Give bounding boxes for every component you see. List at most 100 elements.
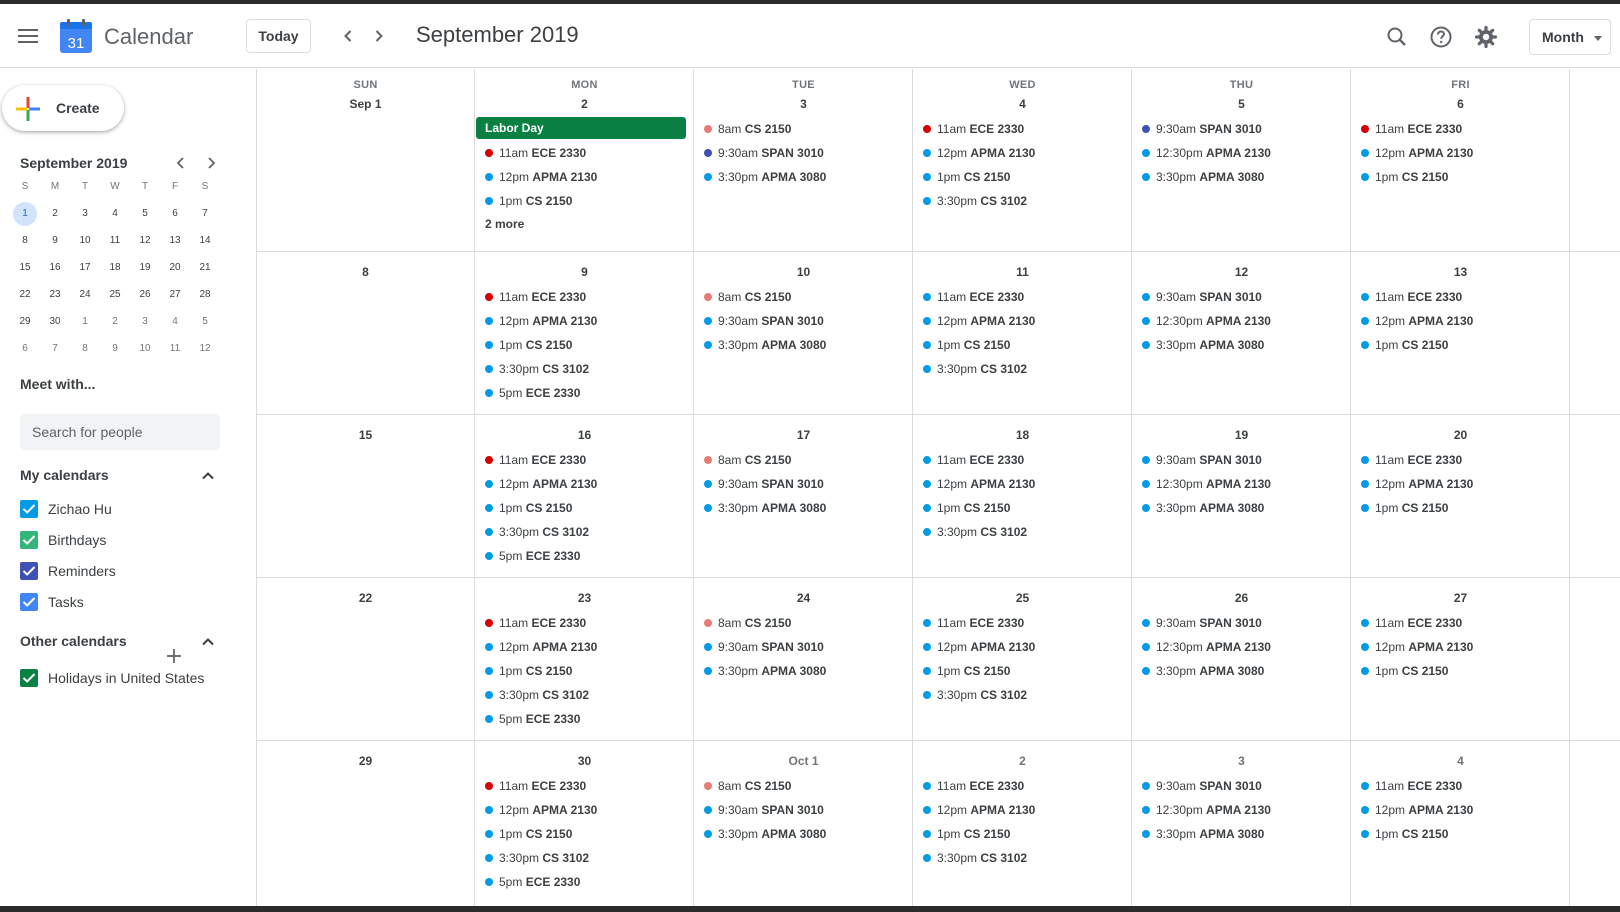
mini-calendar-day[interactable]: 18 [103, 256, 127, 280]
event-chip[interactable]: 11am ECE 2330 [1351, 774, 1570, 798]
event-chip[interactable]: 12pm APMA 2130 [1351, 141, 1570, 165]
event-chip[interactable]: 5pm ECE 2330 [475, 544, 694, 568]
previous-month-icon[interactable] [338, 26, 358, 46]
event-chip[interactable]: 3:30pm APMA 3080 [694, 496, 913, 520]
collapse-other-calendars-icon[interactable] [200, 634, 216, 650]
mini-calendar-day[interactable]: 23 [43, 283, 67, 307]
event-chip[interactable]: 12pm APMA 2130 [913, 635, 1132, 659]
event-chip[interactable]: 11am ECE 2330 [913, 774, 1132, 798]
event-chip[interactable]: 3:30pm CS 3102 [913, 520, 1132, 544]
event-chip[interactable]: 12pm APMA 2130 [475, 472, 694, 496]
day-number[interactable]: 4 [1351, 754, 1570, 768]
event-chip[interactable]: 3:30pm CS 3102 [475, 683, 694, 707]
event-chip[interactable]: 3:30pm APMA 3080 [694, 822, 913, 846]
event-chip[interactable]: 12pm APMA 2130 [913, 798, 1132, 822]
event-chip[interactable]: 1pm CS 2150 [913, 822, 1132, 846]
event-chip[interactable]: 5pm ECE 2330 [475, 381, 694, 405]
day-cell[interactable]: THU 5 9:30am SPAN 3010 12:30pm APMA 2130 3:3… [1132, 69, 1351, 251]
day-number[interactable]: 30 [475, 754, 694, 768]
checkbox-checked-icon[interactable] [20, 593, 38, 611]
mini-calendar-day[interactable]: 4 [103, 202, 127, 226]
day-cell[interactable]: 30 11am ECE 2330 12pm APMA 2130 1pm CS 2150… [475, 740, 694, 906]
day-cell[interactable]: 11 11am ECE 2330 12pm APMA 2130 1pm CS 2150… [913, 251, 1132, 414]
day-cell[interactable]: SUN Sep 1 [256, 69, 475, 251]
event-chip[interactable]: 9:30am SPAN 3010 [694, 635, 913, 659]
day-cell[interactable]: 20 11am ECE 2330 12pm APMA 2130 1pm CS 2150 [1351, 414, 1570, 577]
event-chip[interactable]: 12pm APMA 2130 [475, 165, 694, 189]
mini-calendar-day[interactable]: 2 [103, 310, 127, 334]
event-chip[interactable]: 11am ECE 2330 [475, 774, 694, 798]
event-chip[interactable]: 11am ECE 2330 [475, 141, 694, 165]
event-chip[interactable]: 8am CS 2150 [694, 117, 913, 141]
checkbox-checked-icon[interactable] [20, 669, 38, 687]
event-chip[interactable]: 9:30am SPAN 3010 [1132, 448, 1351, 472]
event-chip[interactable]: 12pm APMA 2130 [1351, 472, 1570, 496]
mini-calendar-day[interactable]: 1 [13, 202, 37, 226]
event-chip[interactable]: 3:30pm CS 3102 [913, 683, 1132, 707]
day-number[interactable]: Oct 1 [694, 754, 913, 768]
event-chip[interactable]: 9:30am SPAN 3010 [1132, 611, 1351, 635]
mini-calendar-day[interactable]: 16 [43, 256, 67, 280]
mini-calendar-day[interactable]: 12 [193, 337, 217, 361]
search-icon[interactable] [1384, 24, 1410, 50]
event-chip[interactable]: 1pm CS 2150 [475, 822, 694, 846]
event-chip[interactable]: 12pm APMA 2130 [1351, 635, 1570, 659]
event-chip[interactable]: 12:30pm APMA 2130 [1132, 635, 1351, 659]
event-chip[interactable]: 9:30am SPAN 3010 [694, 472, 913, 496]
event-chip[interactable]: 12pm APMA 2130 [475, 309, 694, 333]
day-number[interactable]: Sep 1 [256, 97, 475, 111]
mini-calendar-day[interactable]: 15 [13, 256, 37, 280]
mini-calendar-day[interactable]: 13 [163, 229, 187, 253]
event-chip[interactable]: 12:30pm APMA 2130 [1132, 798, 1351, 822]
event-chip[interactable]: 1pm CS 2150 [475, 659, 694, 683]
mini-calendar-day[interactable]: 26 [133, 283, 157, 307]
mini-calendar-day[interactable]: 6 [13, 337, 37, 361]
mini-calendar-day[interactable]: 28 [193, 283, 217, 307]
event-chip[interactable]: 3:30pm APMA 3080 [1132, 659, 1351, 683]
mini-calendar-next-icon[interactable] [203, 155, 219, 171]
event-chip[interactable]: 9:30am SPAN 3010 [694, 309, 913, 333]
create-button[interactable]: Create [2, 85, 124, 131]
event-chip[interactable]: 3:30pm APMA 3080 [694, 659, 913, 683]
mini-calendar-day[interactable]: 6 [163, 202, 187, 226]
day-cell[interactable]: Oct 1 8am CS 2150 9:30am SPAN 3010 3:30pm A… [694, 740, 913, 906]
day-number[interactable]: 11 [913, 265, 1132, 279]
main-menu-icon[interactable] [14, 24, 42, 48]
event-chip[interactable]: 9:30am SPAN 3010 [1132, 117, 1351, 141]
event-chip[interactable]: 1pm CS 2150 [913, 659, 1132, 683]
event-chip[interactable]: 3:30pm CS 3102 [475, 357, 694, 381]
mini-calendar-day[interactable]: 11 [103, 229, 127, 253]
day-number[interactable]: 20 [1351, 428, 1570, 442]
day-cell[interactable]: MON 2 Labor Day 11am ECE 2330 12pm APMA 2130… [475, 69, 694, 251]
event-chip[interactable]: 11am ECE 2330 [475, 285, 694, 309]
day-cell[interactable]: 4 11am ECE 2330 12pm APMA 2130 1pm CS 2150 [1351, 740, 1570, 906]
event-chip[interactable]: 12pm APMA 2130 [913, 309, 1132, 333]
event-chip[interactable]: 1pm CS 2150 [913, 496, 1132, 520]
mini-calendar-day[interactable]: 8 [13, 229, 37, 253]
mini-calendar-prev-icon[interactable] [173, 155, 189, 171]
day-number[interactable]: 24 [694, 591, 913, 605]
event-chip[interactable]: 3:30pm APMA 3080 [1132, 496, 1351, 520]
event-chip[interactable]: 11am ECE 2330 [913, 285, 1132, 309]
more-events-link[interactable]: 2 more [475, 213, 694, 235]
event-chip[interactable]: 12:30pm APMA 2130 [1132, 141, 1351, 165]
event-chip[interactable]: 12pm APMA 2130 [475, 798, 694, 822]
event-chip[interactable]: 1pm CS 2150 [475, 496, 694, 520]
event-chip[interactable]: 1pm CS 2150 [1351, 333, 1570, 357]
mini-calendar-day[interactable]: 4 [163, 310, 187, 334]
day-cell[interactable]: 25 11am ECE 2330 12pm APMA 2130 1pm CS 2150… [913, 577, 1132, 740]
mini-calendar-day[interactable]: 27 [163, 283, 187, 307]
event-chip[interactable]: 8am CS 2150 [694, 611, 913, 635]
event-chip[interactable]: 3:30pm CS 3102 [913, 846, 1132, 870]
day-cell[interactable]: 3 9:30am SPAN 3010 12:30pm APMA 2130 3:30pm… [1132, 740, 1351, 906]
mini-calendar-day[interactable]: 21 [193, 256, 217, 280]
event-chip[interactable]: 1pm CS 2150 [1351, 496, 1570, 520]
event-chip[interactable]: 12pm APMA 2130 [475, 635, 694, 659]
event-chip[interactable]: 12pm APMA 2130 [1351, 798, 1570, 822]
collapse-my-calendars-icon[interactable] [200, 468, 216, 484]
day-cell[interactable]: 10 8am CS 2150 9:30am SPAN 3010 3:30pm APMA… [694, 251, 913, 414]
all-day-event-chip[interactable]: Labor Day [476, 117, 686, 139]
event-chip[interactable]: 3:30pm APMA 3080 [694, 333, 913, 357]
day-number[interactable]: 5 [1132, 97, 1351, 111]
day-number[interactable]: 2 [913, 754, 1132, 768]
